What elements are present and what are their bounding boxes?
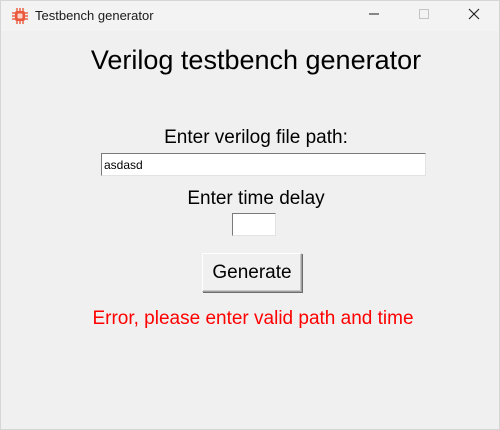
- error-message: Error, please enter valid path and time: [92, 308, 414, 329]
- maximize-button[interactable]: [401, 1, 447, 31]
- time-delay-label: Enter time delay: [187, 188, 325, 209]
- file-path-input[interactable]: [101, 153, 426, 176]
- circuit-chip-icon: [11, 7, 29, 25]
- close-button[interactable]: [451, 1, 497, 31]
- page-title: Verilog testbench generator: [90, 45, 422, 75]
- minimize-button[interactable]: [351, 1, 397, 31]
- title-bar[interactable]: Testbench generator: [1, 1, 499, 31]
- maximize-icon: [418, 7, 430, 25]
- file-path-label: Enter verilog file path:: [164, 127, 348, 148]
- minimize-icon: [368, 7, 380, 25]
- generate-button[interactable]: Generate: [202, 253, 302, 292]
- app-window: Testbench generator Verilog testbench ge…: [0, 0, 500, 430]
- close-icon: [468, 7, 480, 25]
- time-delay-input[interactable]: [232, 213, 276, 236]
- window-title: Testbench generator: [35, 8, 154, 23]
